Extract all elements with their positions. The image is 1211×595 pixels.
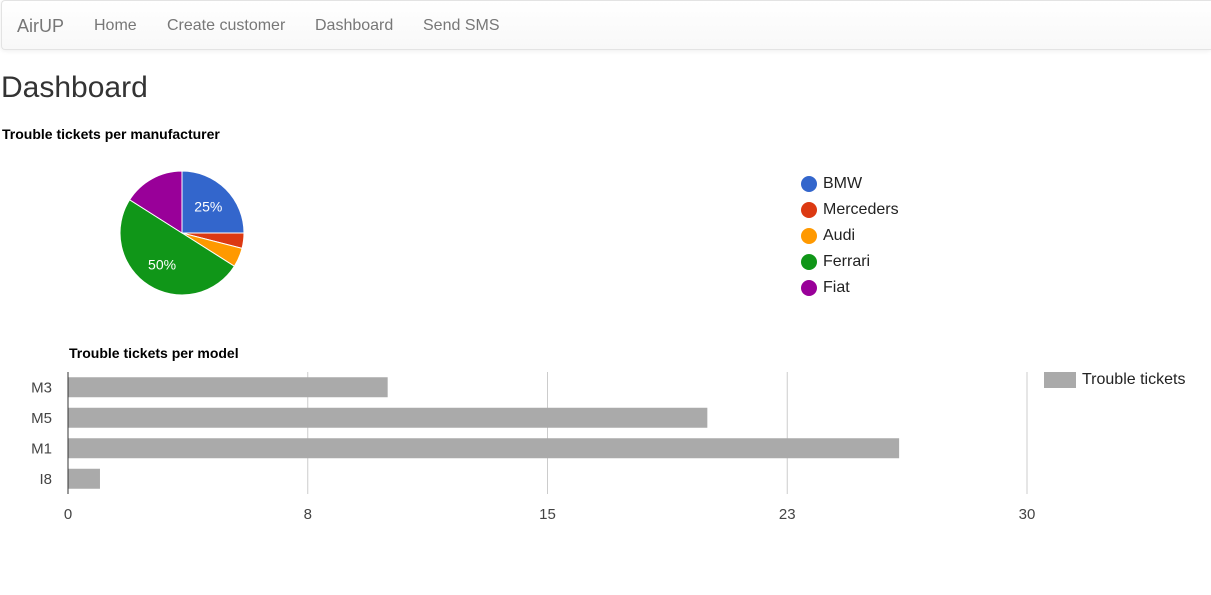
legend-label: Merceders [823,201,899,218]
legend-item-bmw: BMW [801,171,899,197]
pie-chart-title: Trouble tickets per manufacturer [2,126,220,142]
bar-chart-title: Trouble tickets per model [69,345,239,361]
y-category-label: I8 [39,471,52,488]
brand-link[interactable]: AirUP [17,16,64,36]
x-tick-label: 8 [304,506,312,523]
x-tick-label: 30 [1019,506,1036,523]
legend-dot-icon [801,228,817,244]
nav-dashboard-link[interactable]: Dashboard [315,17,393,35]
bar-i8 [68,468,100,489]
x-tick-label: 23 [779,506,796,523]
nav-create-customer-link[interactable]: Create customer [167,17,285,35]
legend-item-ferrari: Ferrari [801,249,899,275]
legend-dot-icon [801,202,817,218]
legend-item-merceders: Merceders [801,197,899,223]
page-title: Dashboard [1,71,148,104]
nav-home-link[interactable]: Home [94,17,137,35]
x-tick-label: 15 [539,506,556,523]
legend-label: Audi [823,227,856,244]
x-tick-label: 0 [64,506,72,523]
legend-swatch-icon [1044,372,1076,388]
y-category-label: M5 [31,410,52,427]
bar-legend: Trouble tickets [1044,371,1185,389]
legend-label: BMW [823,175,863,192]
y-category-label: M1 [31,440,52,457]
pie-chart: 25% 50% [119,170,245,296]
pie-slice-label: 25% [194,199,222,215]
bar-m5 [68,407,708,428]
nav-send-sms-link[interactable]: Send SMS [423,17,499,35]
legend-dot-icon [801,280,817,296]
legend-dot-icon [801,176,817,192]
legend-item-fiat: Fiat [801,275,899,301]
legend-item-audi: Audi [801,223,899,249]
y-category-label: M3 [31,379,52,396]
legend-dot-icon [801,254,817,270]
legend-label: Trouble tickets [1082,371,1186,388]
legend-label: Ferrari [823,253,871,270]
bar-m1 [68,438,900,459]
pie-slice-label: 50% [148,256,176,272]
pie-legend: BMW Merceders Audi Ferrari Fiat [801,171,899,301]
bar-m3 [68,377,388,398]
legend-label: Fiat [823,279,850,296]
navbar: AirUP Home Create customer Dashboard Sen… [1,0,1211,50]
bar-chart: 0 8 15 23 30 M3 M5 M1 I8 [31,372,1036,523]
